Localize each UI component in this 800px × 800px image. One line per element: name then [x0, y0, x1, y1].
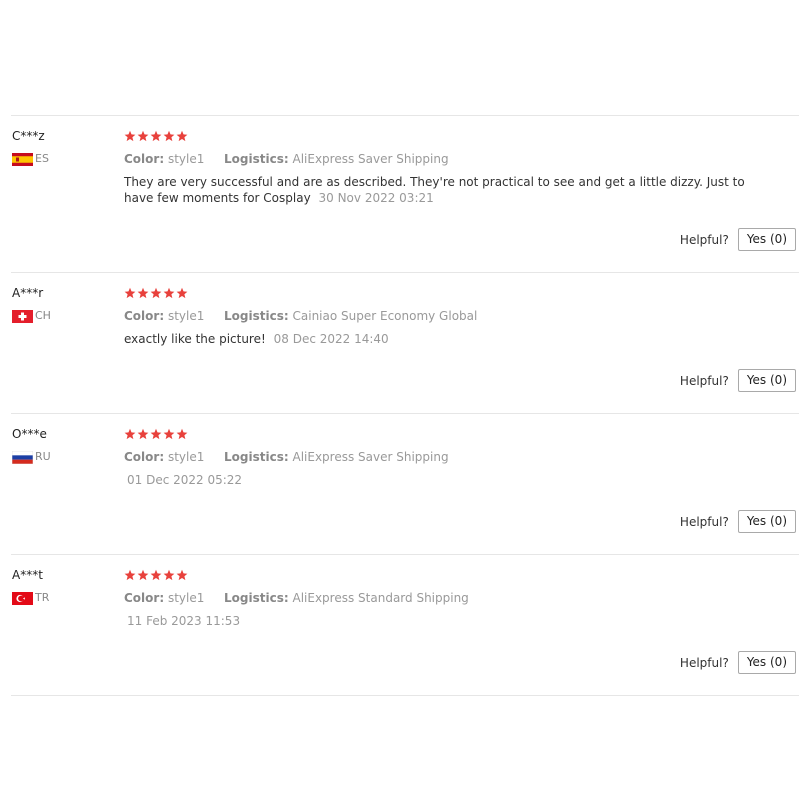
star-rating: [124, 129, 784, 143]
review-content: Color: style1 Logistics: AliExpress Stan…: [124, 568, 784, 629]
reviewer-info: A***t TR: [12, 568, 112, 605]
color-value: style1: [167, 309, 205, 323]
color-value: style1: [167, 591, 205, 605]
logistics-label: Logistics:: [224, 309, 289, 323]
reviewer-info: C***z ES: [12, 129, 112, 166]
color-label: Color:: [124, 450, 165, 464]
logistics-label: Logistics:: [224, 152, 289, 166]
star-rating: [124, 427, 784, 441]
star-icon: [124, 287, 136, 299]
switzerland-flag-icon: [12, 309, 33, 323]
star-icon: [163, 130, 175, 142]
review-text-block: 01 Dec 2022 05:22: [124, 472, 764, 488]
logistics-label: Logistics:: [224, 591, 289, 605]
reviewer-country: CH: [12, 309, 112, 323]
helpful-yes-button[interactable]: Yes (0): [737, 228, 796, 251]
reviewer-country: ES: [12, 152, 112, 166]
review-text: exactly like the picture!: [124, 332, 266, 346]
review-item: A***r CH Color: style1 Logistics: Cainia…: [11, 272, 799, 413]
reviewer-info: A***r CH: [12, 286, 112, 323]
star-icon: [163, 287, 175, 299]
logistics-value: AliExpress Saver Shipping: [292, 152, 449, 166]
color-label: Color:: [124, 591, 165, 605]
review-text-block: exactly like the picture! 08 Dec 2022 14…: [124, 331, 764, 347]
review-date: 01 Dec 2022 05:22: [127, 473, 243, 487]
color-label: Color:: [124, 309, 165, 323]
review-content: Color: style1 Logistics: AliExpress Save…: [124, 427, 784, 488]
review-text: They are very successful and are as desc…: [124, 175, 745, 205]
review-list: C***z ES Color: style1 Logistics: AliExp…: [11, 115, 799, 696]
reviewer-info: O***e RU: [12, 427, 112, 464]
helpful-label: Helpful?: [679, 373, 729, 388]
reviewer-name: A***t: [12, 568, 43, 582]
reviewer-name: C***z: [12, 129, 45, 143]
review-date: 11 Feb 2023 11:53: [127, 614, 241, 628]
star-icon: [150, 428, 162, 440]
turkey-flag-icon: [12, 591, 33, 605]
star-icon: [124, 569, 136, 581]
star-icon: [176, 287, 188, 299]
review-content: Color: style1 Logistics: AliExpress Save…: [124, 129, 784, 206]
helpful-yes-button[interactable]: Yes (0): [737, 510, 796, 533]
star-icon: [137, 287, 149, 299]
helpful-label: Helpful?: [679, 655, 729, 670]
helpful-label: Helpful?: [679, 232, 729, 247]
star-icon: [150, 569, 162, 581]
star-icon: [137, 130, 149, 142]
color-label: Color:: [124, 152, 165, 166]
review-item: C***z ES Color: style1 Logistics: AliExp…: [11, 115, 799, 272]
helpful-section: Helpful? Yes (0): [680, 510, 796, 533]
star-icon: [137, 428, 149, 440]
star-icon: [150, 287, 162, 299]
star-icon: [124, 130, 136, 142]
helpful-section: Helpful? Yes (0): [680, 228, 796, 251]
logistics-value: AliExpress Saver Shipping: [292, 450, 449, 464]
country-code: CH: [35, 309, 51, 322]
review-item: A***t TR Color: style1 Logistics: AliExp…: [11, 554, 799, 696]
helpful-label: Helpful?: [679, 514, 729, 529]
review-meta: Color: style1 Logistics: AliExpress Stan…: [124, 591, 784, 605]
review-text-block: They are very successful and are as desc…: [124, 174, 764, 206]
country-code: RU: [35, 450, 51, 463]
helpful-section: Helpful? Yes (0): [680, 369, 796, 392]
reviewer-country: RU: [12, 450, 112, 464]
star-icon: [137, 569, 149, 581]
color-value: style1: [167, 450, 205, 464]
star-icon: [176, 569, 188, 581]
logistics-label: Logistics:: [224, 450, 289, 464]
russia-flag-icon: [12, 450, 33, 464]
country-code: ES: [35, 152, 49, 165]
review-date: 08 Dec 2022 14:40: [273, 332, 389, 346]
reviewer-country: TR: [12, 591, 112, 605]
star-rating: [124, 568, 784, 582]
country-code: TR: [35, 591, 50, 604]
reviewer-name: O***e: [12, 427, 47, 441]
star-rating: [124, 286, 784, 300]
logistics-value: Cainiao Super Economy Global: [292, 309, 478, 323]
color-value: style1: [167, 152, 205, 166]
star-icon: [176, 428, 188, 440]
review-meta: Color: style1 Logistics: AliExpress Save…: [124, 152, 784, 166]
helpful-yes-button[interactable]: Yes (0): [737, 651, 796, 674]
review-date: 30 Nov 2022 03:21: [318, 191, 434, 205]
review-item: O***e RU Color: style1 Logistics: AliExp…: [11, 413, 799, 554]
helpful-yes-button[interactable]: Yes (0): [737, 369, 796, 392]
review-meta: Color: style1 Logistics: Cainiao Super E…: [124, 309, 784, 323]
star-icon: [150, 130, 162, 142]
star-icon: [124, 428, 136, 440]
spain-flag-icon: [12, 152, 33, 166]
logistics-value: AliExpress Standard Shipping: [292, 591, 469, 605]
reviewer-name: A***r: [12, 286, 44, 300]
star-icon: [176, 130, 188, 142]
review-text-block: 11 Feb 2023 11:53: [124, 613, 764, 629]
review-content: Color: style1 Logistics: Cainiao Super E…: [124, 286, 784, 347]
helpful-section: Helpful? Yes (0): [680, 651, 796, 674]
star-icon: [163, 428, 175, 440]
star-icon: [163, 569, 175, 581]
review-meta: Color: style1 Logistics: AliExpress Save…: [124, 450, 784, 464]
